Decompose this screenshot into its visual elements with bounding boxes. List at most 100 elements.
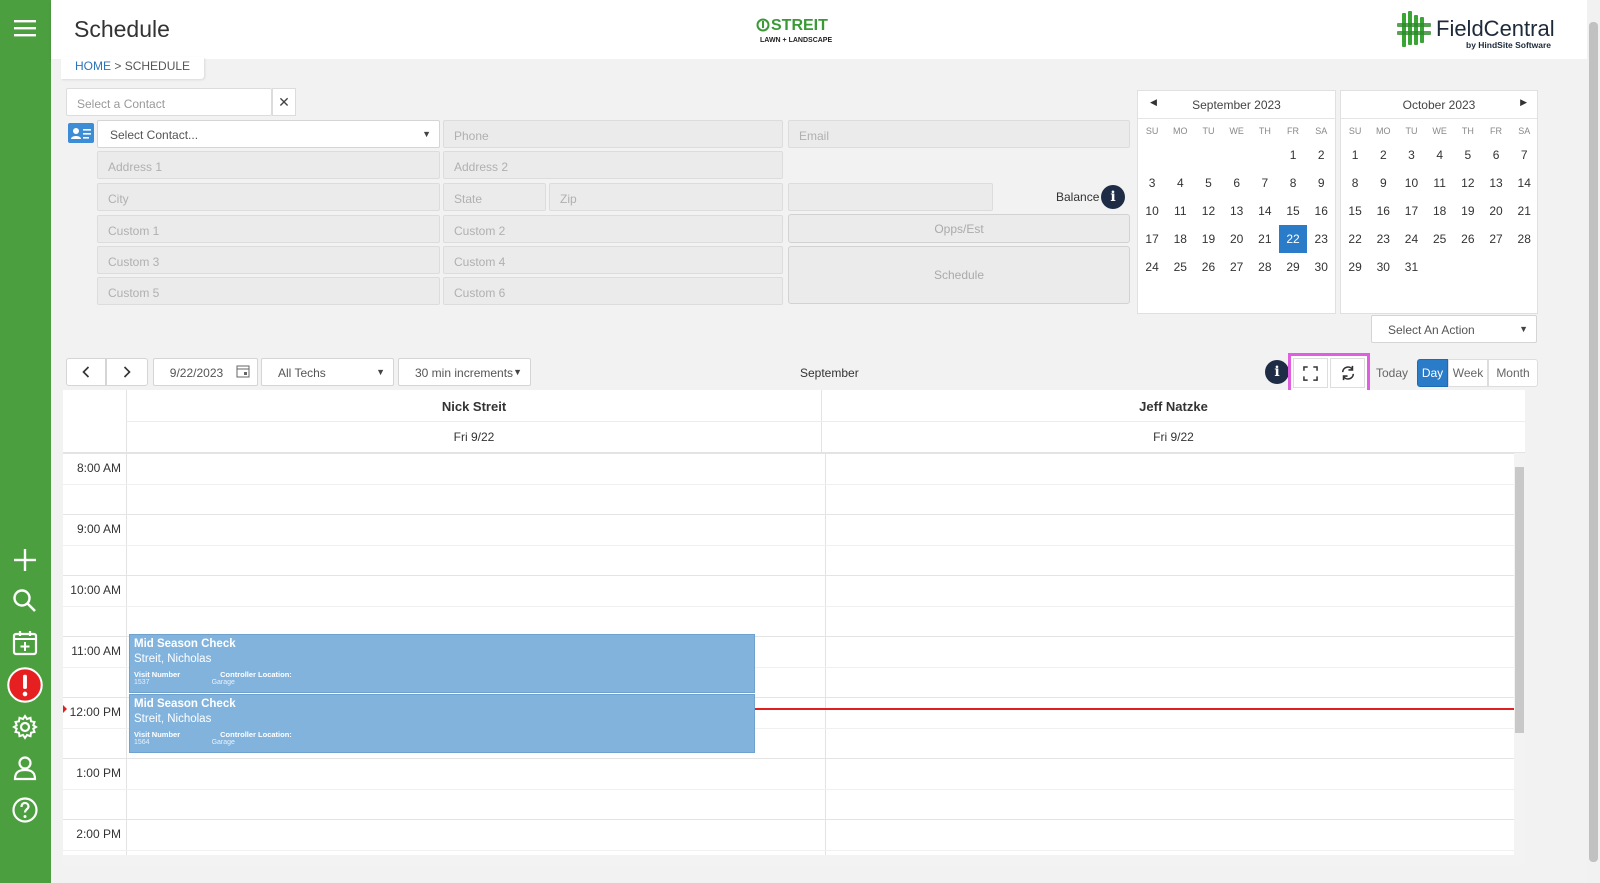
add-icon[interactable] [6, 541, 44, 579]
calendar-day[interactable]: 11 [1166, 197, 1194, 225]
calendar-day[interactable]: 31 [1397, 253, 1425, 281]
calendar-day[interactable]: 18 [1166, 225, 1194, 253]
calendar-day[interactable]: 1 [1341, 141, 1369, 169]
refresh-button[interactable] [1330, 358, 1365, 388]
calendar-day[interactable]: 27 [1482, 225, 1510, 253]
increments-select[interactable]: 30 min increments ▼ [398, 358, 531, 386]
contact-search-input[interactable]: Select a Contact [66, 88, 272, 116]
calendar-day[interactable]: 29 [1341, 253, 1369, 281]
grid-scrollbar[interactable] [1514, 453, 1525, 855]
calendar-day[interactable]: 8 [1279, 169, 1307, 197]
calendar-day[interactable]: 4 [1426, 141, 1454, 169]
address1-field[interactable]: Address 1 [97, 151, 440, 179]
calendar-day[interactable]: 14 [1251, 197, 1279, 225]
calendar-day[interactable]: 16 [1369, 197, 1397, 225]
extra-field[interactable] [788, 183, 993, 211]
page-scrollbar[interactable] [1587, 0, 1600, 883]
calendar-day[interactable]: 15 [1279, 197, 1307, 225]
calendar-day[interactable]: 30 [1307, 253, 1335, 281]
today-button[interactable]: Today [1371, 359, 1413, 387]
calendar-day[interactable]: 3 [1397, 141, 1425, 169]
custom5-field[interactable]: Custom 5 [97, 277, 440, 305]
next-day-button[interactable] [106, 358, 148, 386]
alert-icon[interactable] [6, 666, 44, 704]
calendar-day[interactable]: 28 [1510, 225, 1538, 253]
calendar-day[interactable]: 2 [1307, 141, 1335, 169]
calendar-day[interactable]: 4 [1166, 169, 1194, 197]
calendar-day[interactable]: 23 [1369, 225, 1397, 253]
menu-icon[interactable] [6, 9, 44, 47]
calendar-day[interactable]: 11 [1426, 169, 1454, 197]
calendar-day[interactable]: 19 [1454, 197, 1482, 225]
calendar-day[interactable]: 5 [1454, 141, 1482, 169]
calendar-day[interactable]: 15 [1341, 197, 1369, 225]
calendar-day[interactable]: 9 [1307, 169, 1335, 197]
calendar-day[interactable]: 21 [1251, 225, 1279, 253]
calendar-day[interactable]: 6 [1482, 141, 1510, 169]
state-field[interactable]: State [443, 183, 546, 211]
calendar-day[interactable]: 20 [1482, 197, 1510, 225]
schedule-event[interactable]: Mid Season Check Streit, Nicholas Visit … [129, 634, 755, 693]
calendar-day[interactable]: 30 [1369, 253, 1397, 281]
calendar-day[interactable]: 21 [1510, 197, 1538, 225]
day-view-button[interactable]: Day [1417, 359, 1448, 387]
help-icon[interactable] [6, 791, 44, 829]
calendar-day[interactable]: 10 [1138, 197, 1166, 225]
calendar-day[interactable]: 5 [1194, 169, 1222, 197]
calendar-day[interactable]: 19 [1194, 225, 1222, 253]
calendar-day[interactable]: 22 [1278, 225, 1308, 253]
phone-field[interactable]: Phone [443, 120, 783, 148]
address2-field[interactable]: Address 2 [443, 151, 783, 179]
calendar-day[interactable]: 6 [1223, 169, 1251, 197]
calendar-day[interactable]: 17 [1138, 225, 1166, 253]
calendar-day[interactable]: 18 [1426, 197, 1454, 225]
calendar-day[interactable]: 14 [1510, 169, 1538, 197]
schedule-event[interactable]: Mid Season Check Streit, Nicholas Visit … [129, 694, 755, 753]
info-icon[interactable]: i [1265, 360, 1289, 384]
calendar-day[interactable]: 24 [1138, 253, 1166, 281]
contact-select[interactable]: Select Contact... ▼ [97, 120, 440, 148]
grid-horizontal-scrollbar[interactable] [63, 855, 1525, 865]
calendar-day[interactable]: 7 [1251, 169, 1279, 197]
calendar-day[interactable]: 17 [1397, 197, 1425, 225]
calendar-day[interactable]: 29 [1279, 253, 1307, 281]
breadcrumb-home[interactable]: HOME [75, 59, 111, 73]
gear-icon[interactable] [6, 708, 44, 746]
calendar-day[interactable]: 28 [1251, 253, 1279, 281]
opps-est-button[interactable]: Opps/Est [788, 214, 1130, 243]
custom1-field[interactable]: Custom 1 [97, 215, 440, 243]
month-view-button[interactable]: Month [1488, 359, 1538, 387]
custom6-field[interactable]: Custom 6 [443, 277, 783, 305]
calendar-day[interactable]: 9 [1369, 169, 1397, 197]
calendar-day[interactable]: 12 [1194, 197, 1222, 225]
user-icon[interactable] [6, 749, 44, 787]
calendar-add-icon[interactable] [6, 624, 44, 662]
city-field[interactable]: City [97, 183, 440, 211]
calendar-day[interactable]: 20 [1223, 225, 1251, 253]
action-select[interactable]: Select An Action ▼ [1371, 315, 1537, 343]
calendar-day[interactable]: 23 [1307, 225, 1335, 253]
prev-day-button[interactable] [66, 358, 106, 386]
week-view-button[interactable]: Week [1448, 359, 1488, 387]
calendar-day[interactable]: 10 [1397, 169, 1425, 197]
contact-card-icon[interactable] [68, 123, 94, 143]
zip-field[interactable]: Zip [549, 183, 783, 211]
calendar-day[interactable]: 25 [1426, 225, 1454, 253]
calendar-day[interactable]: 26 [1454, 225, 1482, 253]
calendar-day[interactable]: 1 [1279, 141, 1307, 169]
calendar-day[interactable]: 13 [1482, 169, 1510, 197]
calendar-day[interactable]: 27 [1223, 253, 1251, 281]
techs-select[interactable]: All Techs ▼ [261, 358, 394, 386]
calendar-day[interactable]: 12 [1454, 169, 1482, 197]
next-month-icon[interactable]: ▶ [1520, 97, 1527, 108]
calendar-day[interactable]: 26 [1194, 253, 1222, 281]
calendar-day[interactable]: 25 [1166, 253, 1194, 281]
custom3-field[interactable]: Custom 3 [97, 246, 440, 274]
clear-contact-button[interactable]: ✕ [272, 88, 296, 116]
search-icon[interactable] [6, 582, 44, 620]
calendar-day[interactable]: 16 [1307, 197, 1335, 225]
email-field[interactable]: Email [788, 120, 1130, 148]
custom2-field[interactable]: Custom 2 [443, 215, 783, 243]
info-icon[interactable]: i [1101, 185, 1125, 209]
calendar-day[interactable]: 7 [1510, 141, 1538, 169]
